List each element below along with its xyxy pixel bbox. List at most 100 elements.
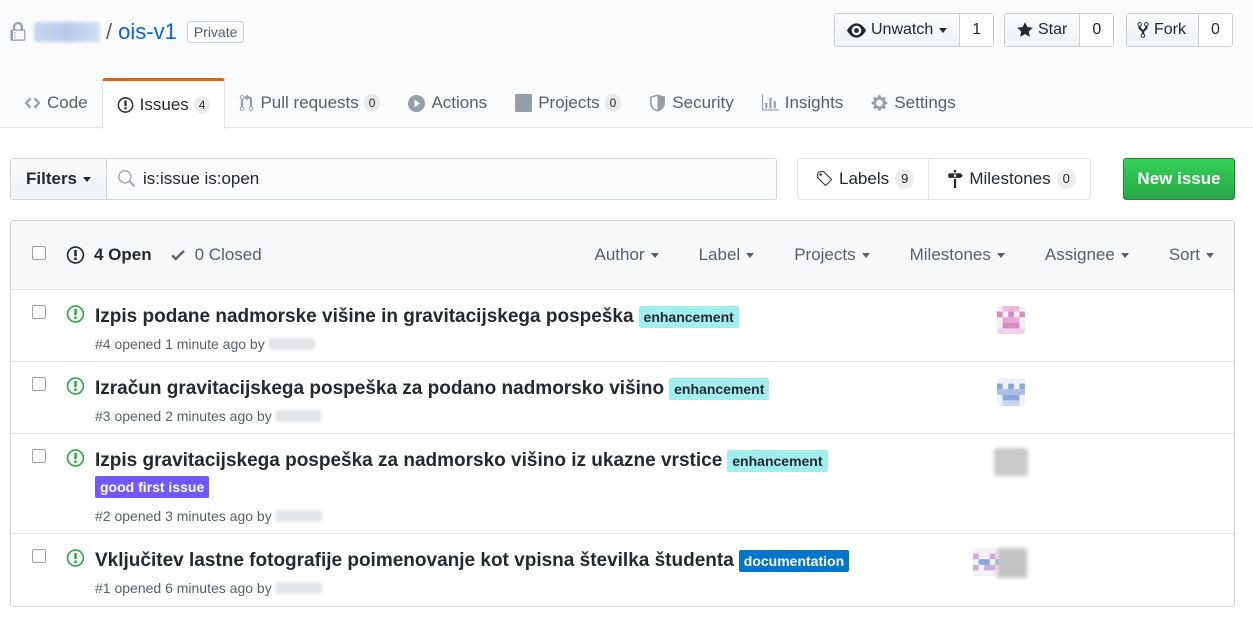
fork-icon — [1137, 22, 1149, 38]
chevron-down-icon — [650, 252, 659, 258]
forks-count[interactable]: 0 — [1199, 14, 1232, 46]
chevron-down-icon — [996, 252, 1005, 258]
issue-meta-text: #1 opened 6 minutes ago by — [95, 580, 272, 596]
issue-title-link[interactable]: Izpis podane nadmorske višine in gravita… — [95, 306, 634, 328]
eye-icon — [847, 22, 866, 38]
assignee-filter[interactable]: Assignee — [1045, 245, 1129, 265]
label-good-first-issue[interactable]: good first issue — [95, 476, 210, 498]
tab-label: Pull requests — [260, 93, 359, 112]
issue-checkbox[interactable] — [32, 305, 46, 319]
issue-meta-text: #2 opened 3 minutes ago by — [95, 508, 272, 524]
pull-request-icon — [240, 94, 254, 111]
labels-counter: 9 — [895, 169, 915, 189]
labels-link[interactable]: Labels 9 — [798, 159, 928, 199]
issue-opened-icon — [66, 449, 85, 467]
tab-label: Actions — [431, 93, 488, 112]
star-label: Star — [1038, 21, 1068, 38]
tab-actions[interactable]: Actions — [394, 78, 501, 128]
sort-label: Milestones — [909, 245, 991, 264]
open-count-label: 4 Open — [94, 245, 152, 264]
filters-button[interactable]: Filters — [11, 159, 108, 199]
check-icon — [170, 249, 185, 261]
watch-button-group: Unwatch 1 — [834, 13, 995, 47]
issue-title-row: Izpis gravitacijskega pospeška za nadmor… — [95, 450, 828, 472]
label-enhancement[interactable]: enhancement — [669, 378, 770, 400]
labels-milestones-group: Labels 9 Milestones 0 — [797, 158, 1091, 200]
milestones-counter: 0 — [1056, 169, 1076, 189]
issue-labels-wrap: good first issue — [90, 476, 210, 498]
closed-count-label: 0 Closed — [194, 245, 262, 264]
tab-label: Issues — [139, 95, 189, 114]
assignee-avatar[interactable] — [997, 378, 1025, 406]
watchers-count[interactable]: 1 — [960, 14, 994, 46]
author-link[interactable] — [275, 582, 322, 594]
tab-projects[interactable]: Projects 0 — [501, 78, 635, 128]
unwatch-label: Unwatch — [871, 21, 934, 38]
label-filter[interactable]: Label — [699, 245, 755, 265]
sort-label: Label — [698, 245, 741, 264]
star-button[interactable]: Star — [1005, 14, 1081, 46]
search-input[interactable] — [143, 169, 744, 189]
open-issues-link[interactable]: 4 Open — [66, 245, 152, 265]
search-icon — [118, 170, 136, 187]
issue-title-row: Izpis podane nadmorske višine in gravita… — [95, 306, 739, 328]
issue-title-row: Vključitev lastne fotografije poimenovan… — [95, 550, 850, 572]
tab-label: Security — [672, 93, 734, 112]
chevron-down-icon — [1206, 252, 1214, 258]
assignee-avatar[interactable] — [994, 448, 1028, 476]
assignee-avatar[interactable] — [997, 306, 1025, 334]
repo-title: / ois-v1 Private — [10, 18, 245, 46]
issue-title-link[interactable]: Vključitev lastne fotografije poimenovan… — [95, 550, 734, 572]
author-link[interactable] — [275, 510, 322, 522]
chevron-down-icon — [861, 252, 870, 258]
tab-pull-requests[interactable]: Pull requests 0 — [225, 78, 394, 128]
fork-button[interactable]: Fork — [1127, 14, 1199, 46]
tab-issues[interactable]: Issues 4 — [101, 78, 226, 129]
repo-name-link[interactable]: ois-v1 — [118, 19, 177, 45]
graph-icon — [761, 94, 779, 111]
issue-row: Izračun gravitacijskega pospeška za poda… — [11, 362, 1234, 434]
sort-dropdown[interactable]: Sort — [1169, 245, 1214, 265]
issues-subnav: Filters Labels 9 Milestones 0 New issue — [10, 158, 1235, 200]
assignee-avatar[interactable] — [997, 548, 1027, 578]
author-link[interactable] — [275, 410, 322, 422]
issues-list: 4 Open 0 Closed Author Label Projects Mi… — [10, 220, 1235, 607]
stars-count[interactable]: 0 — [1080, 14, 1114, 46]
issue-title-link[interactable]: Izračun gravitacijskega pospeška za poda… — [95, 378, 664, 400]
tab-security[interactable]: Security — [635, 78, 747, 128]
issue-checkbox[interactable] — [32, 449, 46, 463]
issue-title-row: Izračun gravitacijskega pospeška za poda… — [95, 378, 770, 400]
unwatch-button[interactable]: Unwatch — [835, 14, 961, 46]
issue-checkbox[interactable] — [32, 549, 46, 563]
issue-opened-icon — [66, 549, 85, 567]
tab-settings[interactable]: Settings — [857, 78, 969, 128]
tab-label: Insights — [784, 93, 844, 112]
repo-separator: / — [106, 19, 113, 44]
author-filter[interactable]: Author — [594, 245, 659, 265]
issue-meta: #4 opened 1 minute ago by — [95, 336, 315, 352]
label-documentation[interactable]: documentation — [738, 550, 850, 572]
closed-issues-link[interactable]: 0 Closed — [170, 245, 262, 265]
author-link[interactable] — [268, 338, 315, 350]
label-enhancement[interactable]: enhancement — [727, 450, 828, 472]
milestones-filter[interactable]: Milestones — [910, 245, 1005, 265]
projects-filter[interactable]: Projects — [794, 245, 870, 265]
select-all-checkbox[interactable] — [32, 246, 46, 260]
repo-owner-link[interactable] — [34, 22, 100, 42]
issue-meta-text: #4 opened 1 minute ago by — [95, 336, 265, 352]
chevron-down-icon — [746, 252, 755, 258]
issue-title-link[interactable]: Izpis gravitacijskega pospeška za nadmor… — [95, 450, 722, 472]
milestones-link[interactable]: Milestones 0 — [928, 159, 1090, 199]
tab-code[interactable]: Code — [10, 78, 102, 128]
visibility-badge: Private — [186, 21, 245, 43]
tab-insights[interactable]: Insights — [748, 78, 858, 128]
issue-opened-icon — [66, 305, 85, 323]
issue-meta: #1 opened 6 minutes ago by — [95, 580, 322, 596]
label-enhancement[interactable]: enhancement — [638, 306, 739, 328]
filters-label: Filters — [26, 169, 78, 188]
search-box — [107, 159, 776, 199]
tab-label: Code — [47, 93, 88, 112]
issues-counter: 4 — [193, 96, 211, 114]
issue-checkbox[interactable] — [32, 377, 46, 391]
new-issue-button[interactable]: New issue — [1123, 158, 1235, 200]
